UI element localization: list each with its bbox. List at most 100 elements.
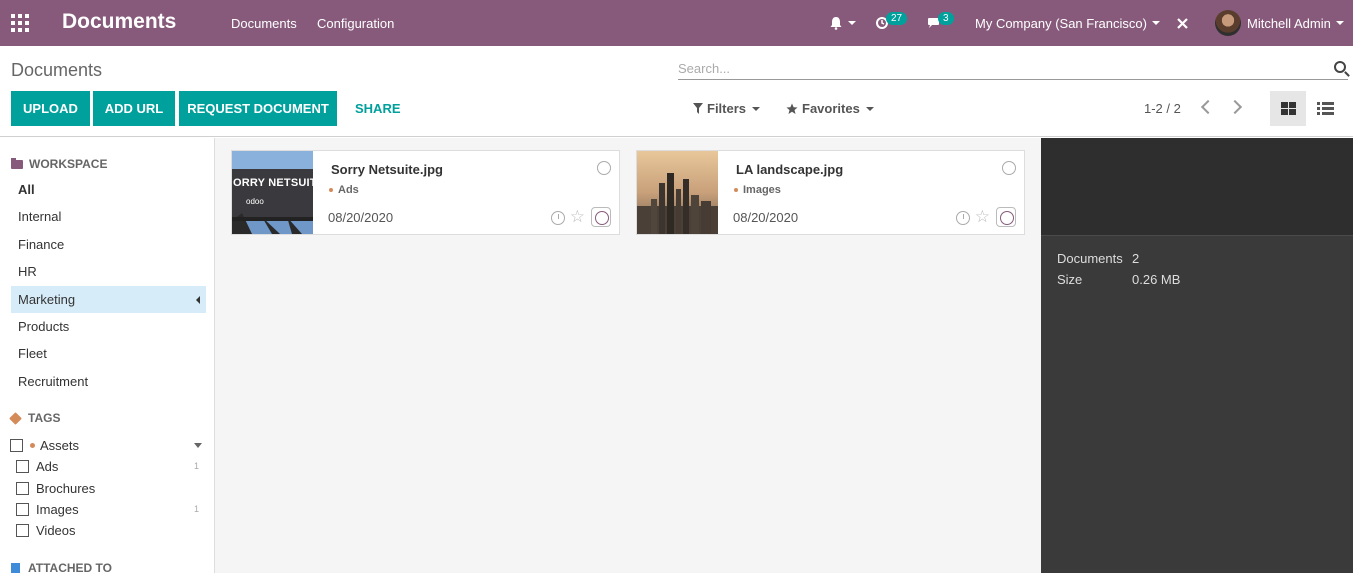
app-brand: Documents bbox=[62, 10, 177, 33]
debug-tools-button[interactable] bbox=[1176, 0, 1189, 46]
pager-value[interactable]: 1-2 / 2 bbox=[1144, 101, 1181, 116]
document-card[interactable]: LA landscape.jpg Images 08/20/2020 ☆ bbox=[636, 150, 1025, 235]
star-icon[interactable]: ☆ bbox=[975, 207, 990, 227]
kanban-view-button[interactable] bbox=[1270, 91, 1306, 126]
chevron-down-icon bbox=[848, 21, 856, 25]
documents-kanban: ORRY NETSUIT odoo Sorry Netsuite.jpg Ads… bbox=[215, 138, 1041, 573]
document-icon bbox=[11, 562, 20, 573]
document-inspector: Documents 2 Size 0.26 MB bbox=[1041, 138, 1353, 573]
inspector-preview-area bbox=[1041, 138, 1353, 236]
clock-icon[interactable] bbox=[551, 211, 565, 225]
document-card[interactable]: ORRY NETSUIT odoo Sorry Netsuite.jpg Ads… bbox=[231, 150, 620, 235]
list-view-button[interactable] bbox=[1307, 91, 1343, 126]
kanban-icon bbox=[1280, 102, 1296, 115]
menu-configuration[interactable]: Configuration bbox=[317, 16, 394, 31]
tag-item-videos[interactable]: Videos bbox=[16, 520, 205, 540]
folder-icon bbox=[11, 157, 23, 169]
tag-checkbox[interactable] bbox=[16, 523, 29, 537]
attached-to-section-title: ATTACHED TO bbox=[11, 561, 112, 573]
owner-avatar-icon[interactable] bbox=[996, 207, 1016, 227]
tag-group-checkbox[interactable] bbox=[10, 438, 23, 452]
filters-dropdown[interactable]: Filters bbox=[693, 101, 761, 116]
chevron-down-icon bbox=[1335, 21, 1344, 25]
bell-icon bbox=[830, 17, 842, 30]
company-name: My Company (San Francisco) bbox=[975, 15, 1147, 31]
control-panel: Documents UPLOAD ADD URL REQUEST DOCUMEN… bbox=[0, 46, 1353, 137]
star-icon[interactable]: ☆ bbox=[570, 207, 585, 227]
select-radio[interactable] bbox=[1002, 161, 1016, 175]
apps-menu-icon[interactable] bbox=[11, 14, 29, 32]
tag-checkbox[interactable] bbox=[16, 459, 29, 473]
tag-color-dot bbox=[329, 188, 333, 192]
message-count-badge: 3 bbox=[938, 11, 954, 25]
inspector-documents-row: Documents 2 bbox=[1057, 251, 1140, 266]
add-url-button[interactable]: ADD URL bbox=[93, 91, 175, 126]
sidebar: WORKSPACE All Internal Finance HR Market… bbox=[0, 138, 215, 573]
tag-checkbox[interactable] bbox=[16, 481, 29, 495]
user-menu[interactable]: Mitchell Admin bbox=[1215, 0, 1344, 46]
notifications-button[interactable] bbox=[829, 0, 856, 46]
inspector-documents-count: 2 bbox=[1132, 251, 1140, 266]
sidebar-item-internal[interactable]: Internal bbox=[11, 203, 206, 230]
menu-documents[interactable]: Documents bbox=[231, 16, 297, 31]
tag-item-images[interactable]: Images 1 bbox=[16, 499, 205, 519]
tag-icon bbox=[9, 411, 22, 425]
chevron-down-icon bbox=[752, 106, 761, 111]
owner-avatar-icon[interactable] bbox=[591, 207, 611, 227]
document-name[interactable]: Sorry Netsuite.jpg bbox=[331, 162, 443, 177]
search-icon[interactable] bbox=[1334, 61, 1346, 73]
inspector-size-value: 0.26 MB bbox=[1132, 272, 1181, 287]
chevron-down-icon bbox=[865, 106, 874, 111]
tags-section-title: TAGS bbox=[9, 411, 60, 425]
thumbnail-text: ORRY NETSUIT bbox=[233, 177, 313, 189]
sidebar-item-finance[interactable]: Finance bbox=[11, 231, 206, 258]
messages-button[interactable]: 3 bbox=[927, 0, 954, 46]
sidebar-item-all[interactable]: All bbox=[11, 176, 206, 203]
document-thumbnail[interactable] bbox=[637, 151, 718, 234]
document-date: 08/20/2020 bbox=[733, 210, 799, 225]
top-navbar: Documents Documents Configuration 27 3 M… bbox=[0, 0, 1353, 46]
document-name[interactable]: LA landscape.jpg bbox=[736, 162, 843, 177]
tag-item-brochures[interactable]: Brochures bbox=[16, 478, 205, 498]
activities-button[interactable]: 27 bbox=[876, 0, 908, 46]
document-tag: Images bbox=[734, 184, 781, 196]
chevron-right-icon[interactable] bbox=[1227, 99, 1243, 115]
tag-color-dot bbox=[734, 188, 738, 192]
search-bar bbox=[678, 58, 1348, 80]
sidebar-item-products[interactable]: Products bbox=[11, 313, 206, 340]
favorites-dropdown[interactable]: Favorites bbox=[786, 101, 874, 116]
share-button[interactable]: SHARE bbox=[355, 91, 401, 126]
favorites-label: Favorites bbox=[802, 101, 860, 116]
chevron-down-icon bbox=[1151, 21, 1160, 25]
filter-icon bbox=[693, 103, 703, 114]
company-switcher[interactable]: My Company (San Francisco) bbox=[975, 0, 1160, 46]
tag-count: 1 bbox=[193, 504, 199, 514]
chevron-left-icon[interactable] bbox=[1200, 99, 1216, 115]
thumbnail-logo: odoo bbox=[246, 197, 264, 206]
upload-button[interactable]: UPLOAD bbox=[11, 91, 90, 126]
user-name: Mitchell Admin bbox=[1247, 15, 1331, 31]
breadcrumb: Documents bbox=[11, 60, 103, 80]
sidebar-item-fleet[interactable]: Fleet bbox=[11, 340, 206, 367]
document-date: 08/20/2020 bbox=[328, 210, 394, 225]
sidebar-item-hr[interactable]: HR bbox=[11, 258, 206, 285]
tag-group-assets[interactable]: Assets bbox=[10, 435, 205, 455]
caret-left-icon bbox=[196, 296, 200, 304]
workspace-section-title: WORKSPACE bbox=[11, 157, 107, 171]
clock-icon[interactable] bbox=[956, 211, 970, 225]
activity-count-badge: 27 bbox=[886, 11, 908, 25]
tag-checkbox[interactable] bbox=[16, 502, 29, 516]
search-input[interactable] bbox=[678, 58, 1318, 78]
tag-color-dot bbox=[30, 442, 35, 448]
chevron-down-icon[interactable] bbox=[194, 443, 202, 448]
request-document-button[interactable]: REQUEST DOCUMENT bbox=[179, 91, 337, 126]
tools-icon bbox=[1177, 17, 1188, 29]
star-icon bbox=[786, 103, 798, 114]
document-thumbnail[interactable]: ORRY NETSUIT odoo bbox=[232, 151, 313, 234]
sidebar-item-recruitment[interactable]: Recruitment bbox=[11, 368, 206, 395]
select-radio[interactable] bbox=[597, 161, 611, 175]
sidebar-item-marketing[interactable]: Marketing bbox=[11, 286, 206, 313]
document-tag: Ads bbox=[329, 184, 359, 196]
tag-item-ads[interactable]: Ads 1 bbox=[16, 456, 205, 476]
tag-count: 1 bbox=[193, 461, 199, 471]
